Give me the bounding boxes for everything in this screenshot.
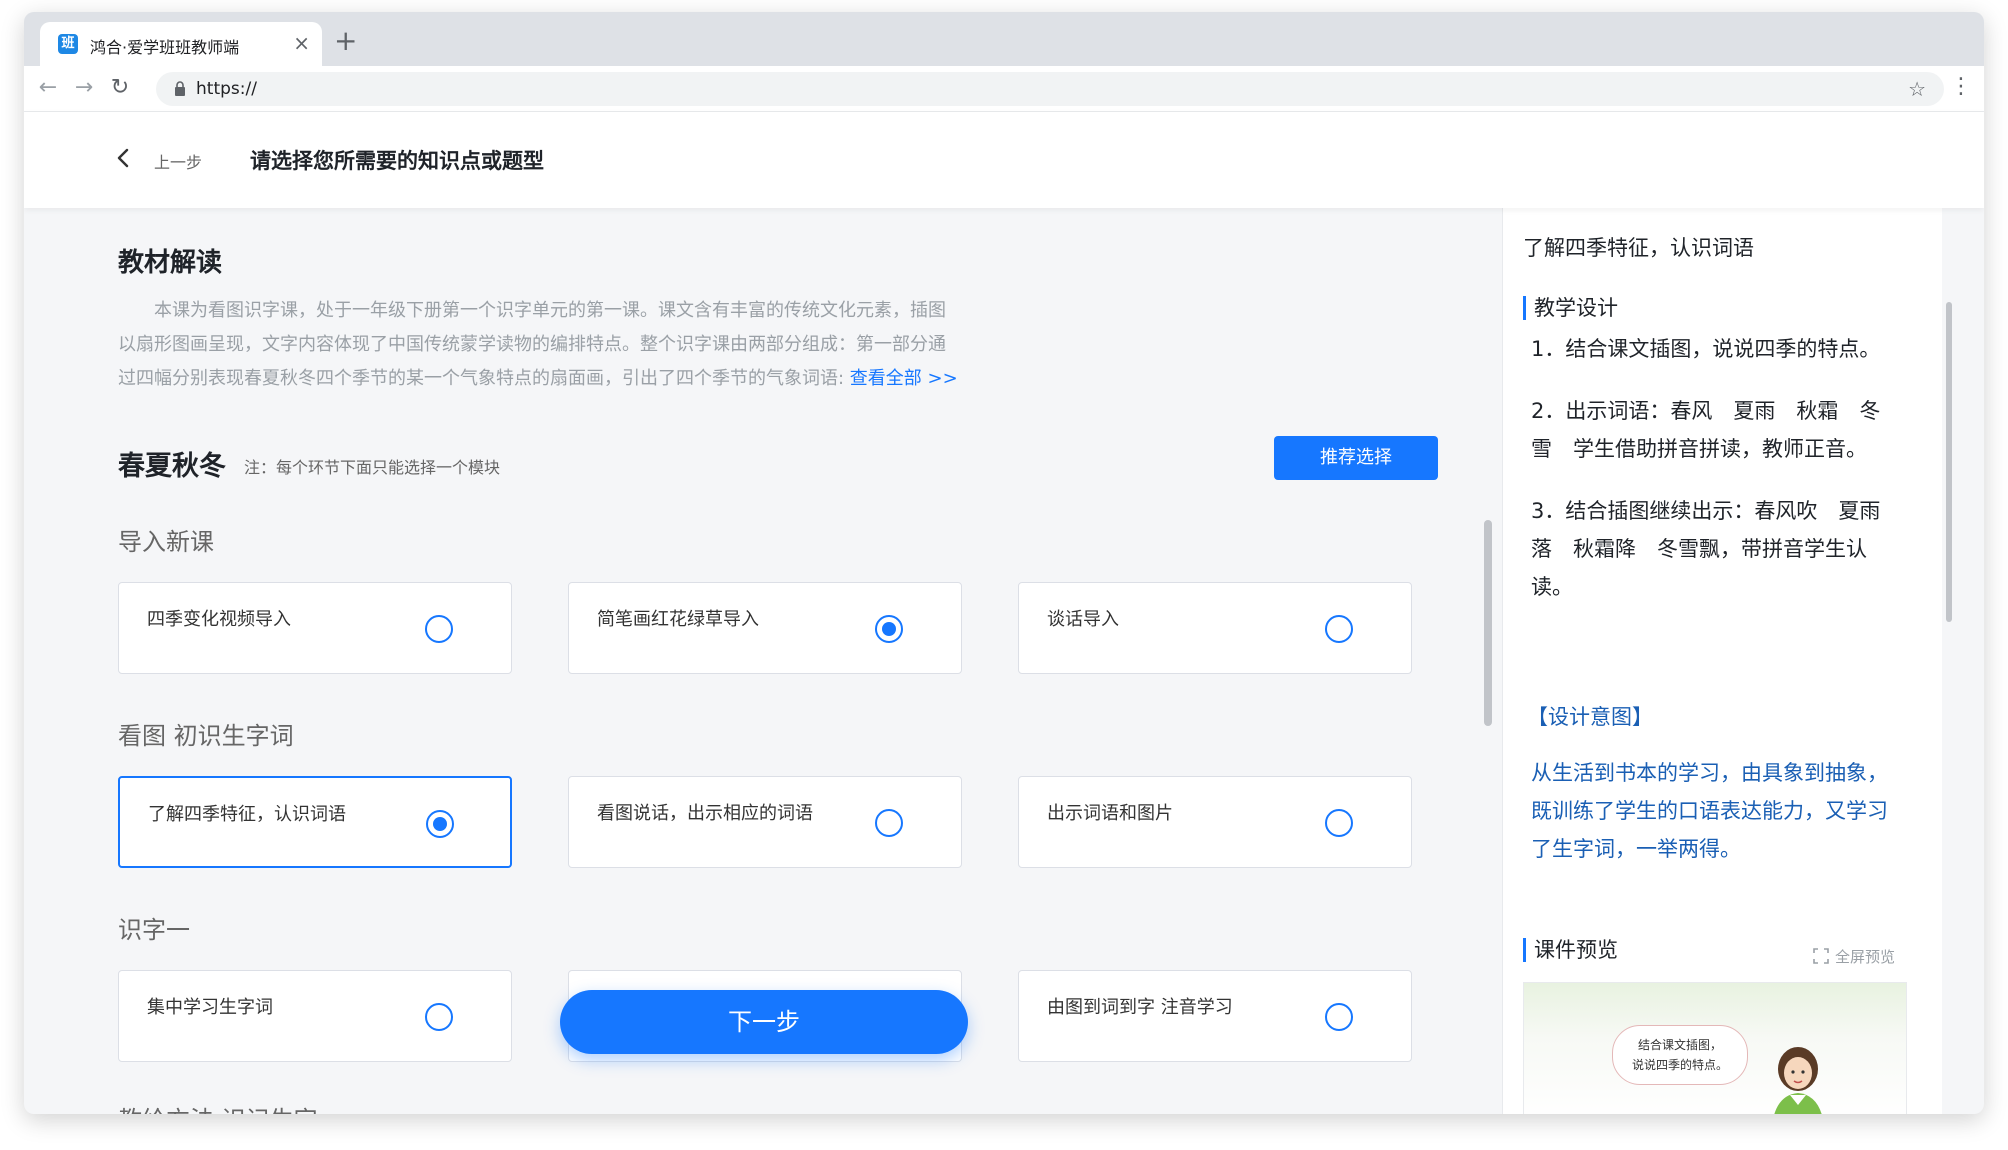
group-label: 教给方法 识记生字 [118, 1100, 318, 1114]
textbook-intro: 本课为看图识字课，处于一年级下册第一个识字单元的第一课。课文含有丰富的传统文化元… [118, 294, 1018, 396]
option-card[interactable]: 集中学习生字词 [118, 970, 512, 1062]
option-label: 四季变化视频导入 [147, 609, 291, 630]
detail-title: 了解四季特征，认识词语 [1523, 236, 1754, 260]
option-label: 简笔画红花绿草导入 [597, 609, 759, 630]
radio-button[interactable] [425, 615, 453, 643]
design-intent-text: 从生活到书本的学习，由具象到抽象，既训练了学生的口语表达能力，又学习了生字词，一… [1531, 761, 1888, 861]
option-card[interactable]: 简笔画红花绿草导入 [568, 582, 962, 674]
radio-button[interactable] [1325, 809, 1353, 837]
design-intent-heading: 【设计意图】 [1527, 705, 1653, 729]
new-tab-icon[interactable]: + [334, 26, 357, 56]
option-card[interactable]: 由图到词到字 注音学习 [1018, 970, 1412, 1062]
reload-icon[interactable]: ↻ [106, 74, 134, 102]
teaching-design-heading: 教学设计 [1523, 296, 1618, 320]
forward-arrow-icon[interactable]: → [70, 74, 98, 102]
intro-line: 本课为看图识字课，处于一年级下册第一个识字单元的第一课。课文含有丰富的传统文化元… [118, 300, 946, 321]
detail-scrollbar[interactable] [1946, 302, 1952, 622]
design-step: 2．出示词语：春风 夏雨 秋霜 冬雪 学生借助拼音拼读，教师正音。 [1531, 399, 1881, 461]
next-step-button[interactable]: 下一步 [560, 990, 968, 1054]
lesson-note: 注：每个环节下面只能选择一个模块 [244, 458, 501, 477]
view-all-link[interactable]: 查看全部 >> [850, 368, 958, 389]
option-card[interactable]: 谈话导入 [1018, 582, 1412, 674]
favicon-icon: 班 [58, 34, 78, 54]
option-label: 看图说话，出示相应的词语 [597, 803, 813, 824]
browser-menu-icon[interactable]: ⋮ [1950, 74, 1972, 100]
option-label: 由图到词到字 注音学习 [1047, 997, 1233, 1018]
intro-line: 以扇形图画呈现，文字内容体现了中国传统蒙学读物的编排特点。整个识字课由两部分组成… [118, 334, 946, 355]
close-icon[interactable]: × [293, 32, 310, 54]
back-arrow-icon[interactable]: ← [34, 74, 62, 102]
main-content: 教材解读 本课为看图识字课，处于一年级下册第一个识字单元的第一课。课文含有丰富的… [24, 208, 1502, 1114]
fullscreen-label: 全屏预览 [1835, 948, 1896, 966]
design-step: 3．结合插图继续出示：春风吹 夏雨落 秋霜降 冬雪飘，带拼音学生认读。 [1531, 499, 1881, 599]
radio-button[interactable] [1325, 1003, 1353, 1031]
lesson-title: 春夏秋冬 [118, 451, 226, 482]
textbook-heading: 教材解读 [118, 248, 223, 278]
preview-heading: 课件预览 [1523, 938, 1618, 962]
option-card[interactable]: 看图说话，出示相应的词语 [568, 776, 962, 868]
fullscreen-icon [1813, 948, 1829, 964]
chevron-left-icon[interactable] [116, 148, 130, 168]
radio-button[interactable] [875, 809, 903, 837]
browser-tab[interactable]: 班 鸿合·爱学班班教师端 × [40, 22, 322, 66]
option-card[interactable]: 四季变化视频导入 [118, 582, 512, 674]
radio-button[interactable] [1325, 615, 1353, 643]
bubble-line: 结合课文插图， [1637, 1038, 1722, 1052]
radio-button[interactable] [426, 810, 454, 838]
option-label: 了解四季特征，认识词语 [148, 804, 346, 825]
browser-toolbar: ← → ↻ https:// ☆ ⋮ [24, 66, 1984, 112]
option-card[interactable]: 了解四季特征，认识词语 [118, 776, 512, 868]
page-header: 上一步 请选择您所需要的知识点或题型 [24, 112, 1984, 208]
intro-line: 过四幅分别表现春夏秋冬四个季节的某一个气象特点的扇面画，引出了四个季节的气象词语… [118, 368, 958, 389]
radio-button[interactable] [425, 1003, 453, 1031]
group-label: 导入新课 [118, 528, 214, 556]
fullscreen-preview-link[interactable]: 全屏预览 [1813, 946, 1895, 967]
lock-icon [175, 81, 185, 96]
option-card[interactable]: 出示词语和图片 [1018, 776, 1412, 868]
detail-panel: 了解四季特征，认识词语 教学设计 1．结合课文插图，说说四季的特点。 2．出示词… [1502, 208, 1942, 1114]
speech-bubble: 结合课文插图， 说说四季的特点。 [1612, 1025, 1748, 1085]
recommend-button[interactable]: 推荐选择 [1274, 436, 1438, 480]
intro-line-text: 过四幅分别表现春夏秋冬四个季节的某一个气象特点的扇面画，引出了四个季节的气象词语 [118, 368, 838, 389]
bookmark-star-icon[interactable]: ☆ [1908, 77, 1926, 101]
group-label: 看图 初识生字词 [118, 722, 294, 750]
main-scrollbar[interactable] [1484, 520, 1492, 726]
address-bar[interactable]: https:// ☆ [156, 72, 1944, 106]
radio-button[interactable] [875, 615, 903, 643]
back-link[interactable]: 上一步 [154, 149, 202, 173]
tab-title: 鸿合·爱学班班教师端 [90, 38, 240, 57]
courseware-preview[interactable]: 结合课文插图， 说说四季的特点。 [1523, 982, 1907, 1114]
teacher-illustration-icon [1774, 1047, 1822, 1114]
page-title: 请选择您所需要的知识点或题型 [250, 149, 544, 173]
option-label: 出示词语和图片 [1047, 803, 1173, 824]
option-label: 谈话导入 [1047, 609, 1119, 630]
browser-window: 班 鸿合·爱学班班教师端 × + ← → ↻ https:// ☆ ⋮ 上一步 … [24, 12, 1984, 1114]
option-label: 集中学习生字词 [147, 997, 273, 1018]
url-text: https:// [196, 79, 257, 99]
design-step: 1．结合课文插图，说说四季的特点。 [1531, 337, 1881, 361]
tab-strip: 班 鸿合·爱学班班教师端 × + [24, 12, 1984, 66]
group-label: 识字一 [118, 916, 190, 944]
bubble-line: 说说四季的特点。 [1631, 1058, 1728, 1072]
